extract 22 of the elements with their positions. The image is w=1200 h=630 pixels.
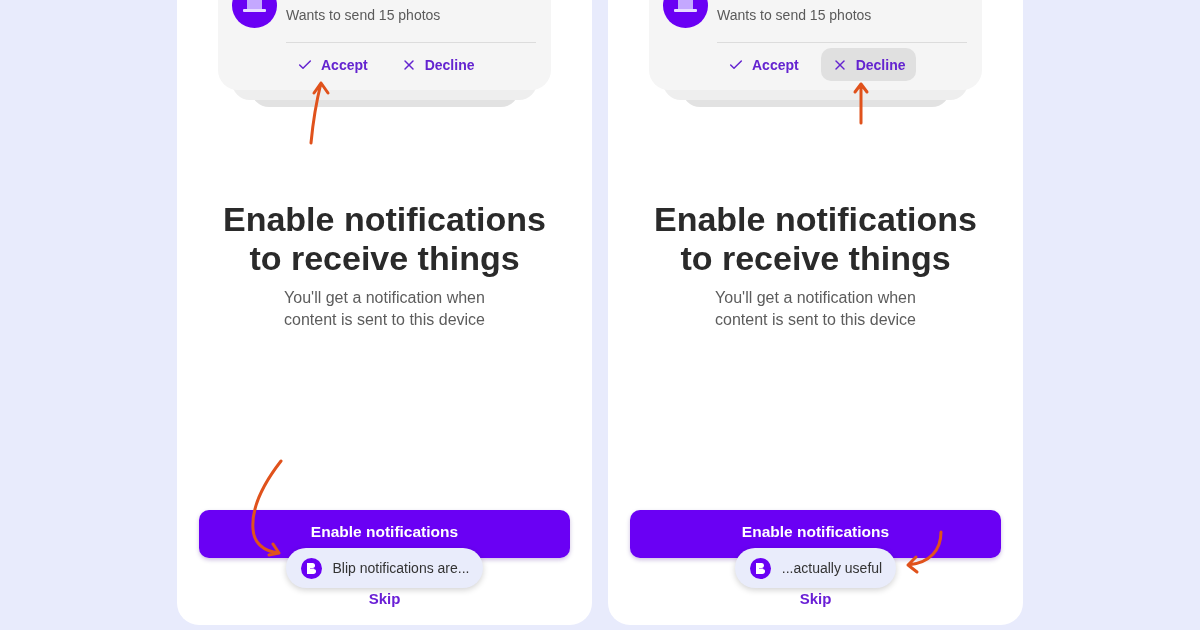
description: You'll get a notification when content is sent to this device: [714, 288, 917, 330]
laptop-avatar-icon: [232, 0, 277, 28]
toast-text: Blip notifications are...: [332, 560, 470, 576]
annotation-arrow: [853, 82, 869, 125]
skip-link[interactable]: Skip: [368, 590, 401, 608]
toast-text: ...actually useful: [781, 560, 883, 576]
enable-notifications-button[interactable]: Enable notifications: [630, 510, 1001, 558]
decline-button[interactable]: Decline: [389, 48, 485, 81]
decline-button[interactable]: Decline: [820, 48, 916, 81]
laptop-avatar-icon: [663, 0, 708, 28]
notification-message: Wants to send 15 photos: [717, 6, 872, 24]
skip-link[interactable]: Skip: [799, 590, 832, 608]
logo-icon: [300, 557, 322, 579]
accept-button[interactable]: Accept: [286, 48, 378, 81]
heading: Enable notifications to receive things: [652, 200, 978, 278]
logo-icon: [749, 557, 771, 579]
description: You'll get a notification when content is sent to this device: [283, 288, 486, 330]
accept-button[interactable]: Accept: [717, 48, 809, 81]
annotation-arrow: [905, 530, 944, 574]
annotation-arrow: [308, 81, 331, 145]
notification-message: Wants to send 15 photos: [286, 6, 441, 24]
heading: Enable notifications to receive things: [221, 200, 547, 278]
